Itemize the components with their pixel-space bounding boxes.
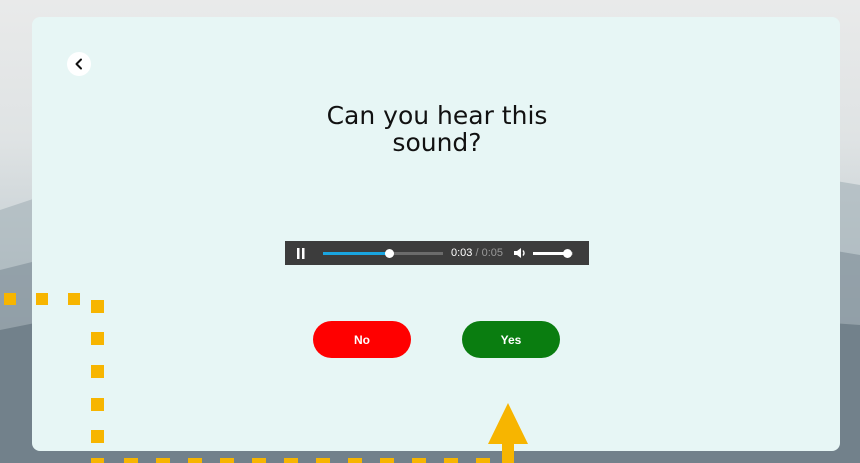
duration: 0:05 xyxy=(481,247,504,259)
volume-icon[interactable] xyxy=(513,246,527,260)
time-display: 0:03 / 0:05 xyxy=(451,247,503,259)
seek-handle[interactable] xyxy=(384,248,394,258)
chevron-left-icon xyxy=(75,58,82,70)
volume-level xyxy=(533,251,568,255)
seek-progress xyxy=(323,251,389,255)
audio-player: 0:03 / 0:05 xyxy=(285,241,589,265)
dialog-card xyxy=(32,17,840,451)
time-separator: / xyxy=(475,247,479,259)
pause-button[interactable] xyxy=(293,245,309,261)
volume-handle[interactable] xyxy=(562,248,572,258)
current-time: 0:03 xyxy=(451,247,473,259)
back-button[interactable] xyxy=(67,52,91,76)
seek-bar[interactable] xyxy=(323,248,443,258)
page-title: Can you hear this sound? xyxy=(326,101,548,157)
volume-slider[interactable] xyxy=(533,248,574,258)
yes-button[interactable]: Yes xyxy=(462,321,560,358)
pause-icon xyxy=(297,247,305,259)
no-button[interactable]: No xyxy=(313,321,411,358)
